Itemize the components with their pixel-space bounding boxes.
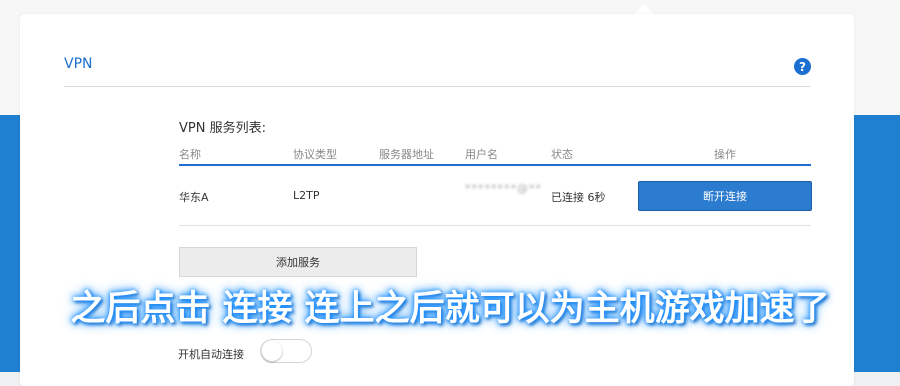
help-icon[interactable]: ? — [794, 58, 811, 75]
video-caption: 之后点击 连接 连上之后就可以为主机游戏加速了 — [70, 289, 830, 329]
add-service-button[interactable]: 添加服务 — [179, 247, 417, 277]
autostart-toggle[interactable] — [260, 339, 312, 363]
column-header-name: 名称 — [179, 148, 201, 161]
row-name: 华东A — [179, 191, 209, 204]
title-divider — [64, 86, 810, 87]
row-protocol: L2TP — [293, 189, 320, 202]
vpn-list-title: VPN 服务列表: — [179, 121, 266, 136]
column-header-action: 操作 — [714, 148, 736, 161]
row-status: 已连接 6秒 — [551, 191, 606, 204]
column-header-server: 服务器地址 — [379, 148, 434, 161]
table-header-divider — [179, 164, 811, 166]
page-title: VPN — [64, 56, 93, 72]
row-username: ********@** — [465, 182, 542, 195]
toggle-knob — [262, 341, 282, 361]
column-header-username: 用户名 — [465, 148, 498, 161]
disconnect-button[interactable]: 断开连接 — [638, 181, 812, 211]
dropdown-caret — [634, 4, 654, 14]
autostart-label: 开机自动连接 — [178, 348, 244, 361]
column-header-status: 状态 — [551, 148, 573, 161]
column-header-protocol: 协议类型 — [293, 148, 337, 161]
row-divider — [179, 225, 811, 226]
